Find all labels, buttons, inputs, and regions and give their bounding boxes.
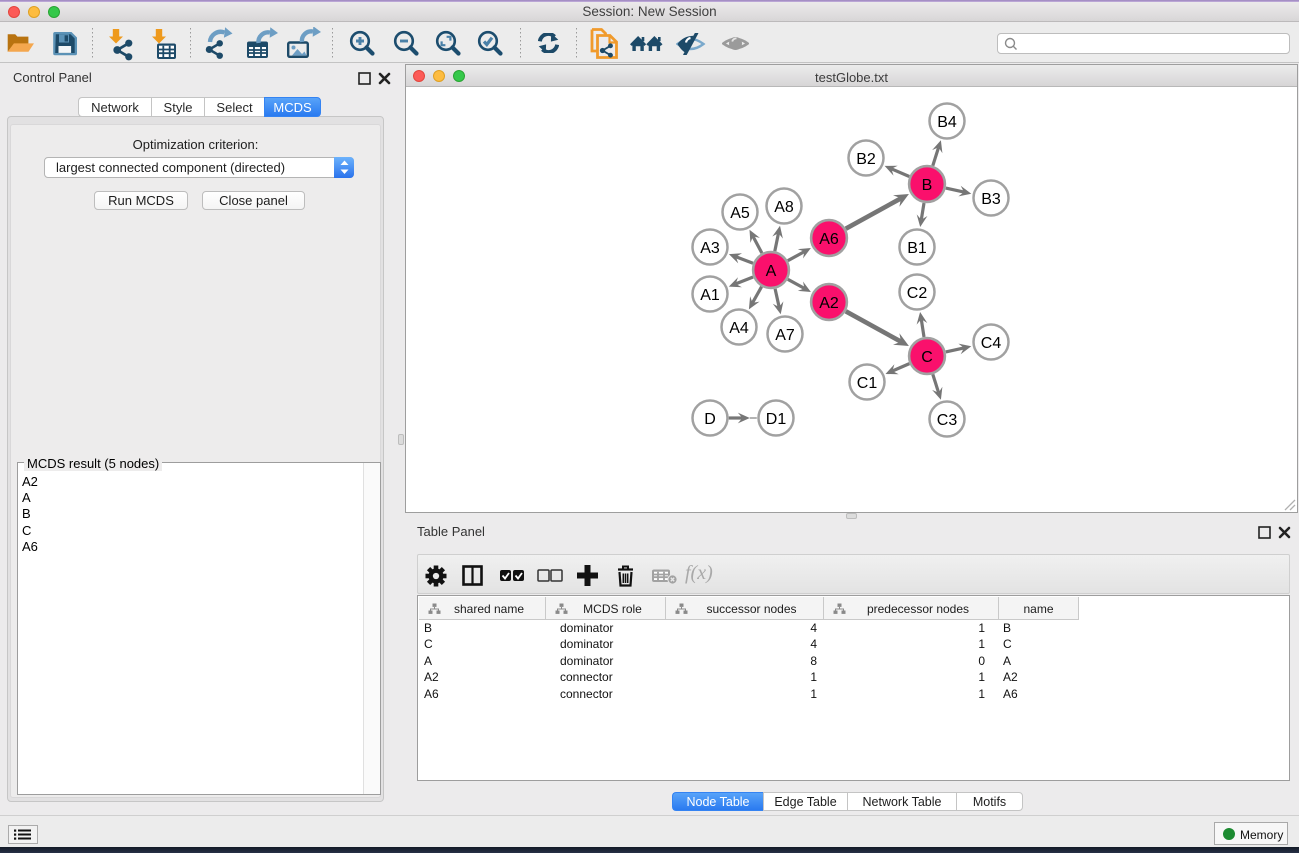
svg-text:A6: A6	[819, 231, 839, 248]
svg-text:A3: A3	[700, 240, 720, 257]
svg-text:B1: B1	[907, 240, 927, 257]
svg-text:B2: B2	[856, 151, 876, 168]
svg-text:C2: C2	[907, 285, 928, 302]
svg-text:C1: C1	[857, 375, 878, 392]
svg-text:A1: A1	[700, 287, 720, 304]
svg-text:B: B	[922, 177, 933, 194]
svg-text:D1: D1	[766, 411, 787, 428]
svg-text:A4: A4	[729, 320, 749, 337]
svg-text:A5: A5	[730, 205, 750, 222]
svg-text:A7: A7	[775, 327, 795, 344]
svg-text:A8: A8	[774, 199, 794, 216]
svg-text:C4: C4	[981, 335, 1002, 352]
svg-text:C: C	[921, 349, 933, 366]
svg-text:B3: B3	[981, 191, 1001, 208]
svg-text:A: A	[766, 263, 777, 280]
svg-text:C3: C3	[937, 412, 958, 429]
svg-text:D: D	[704, 411, 716, 428]
svg-text:B4: B4	[937, 114, 957, 131]
svg-text:A2: A2	[819, 295, 839, 312]
